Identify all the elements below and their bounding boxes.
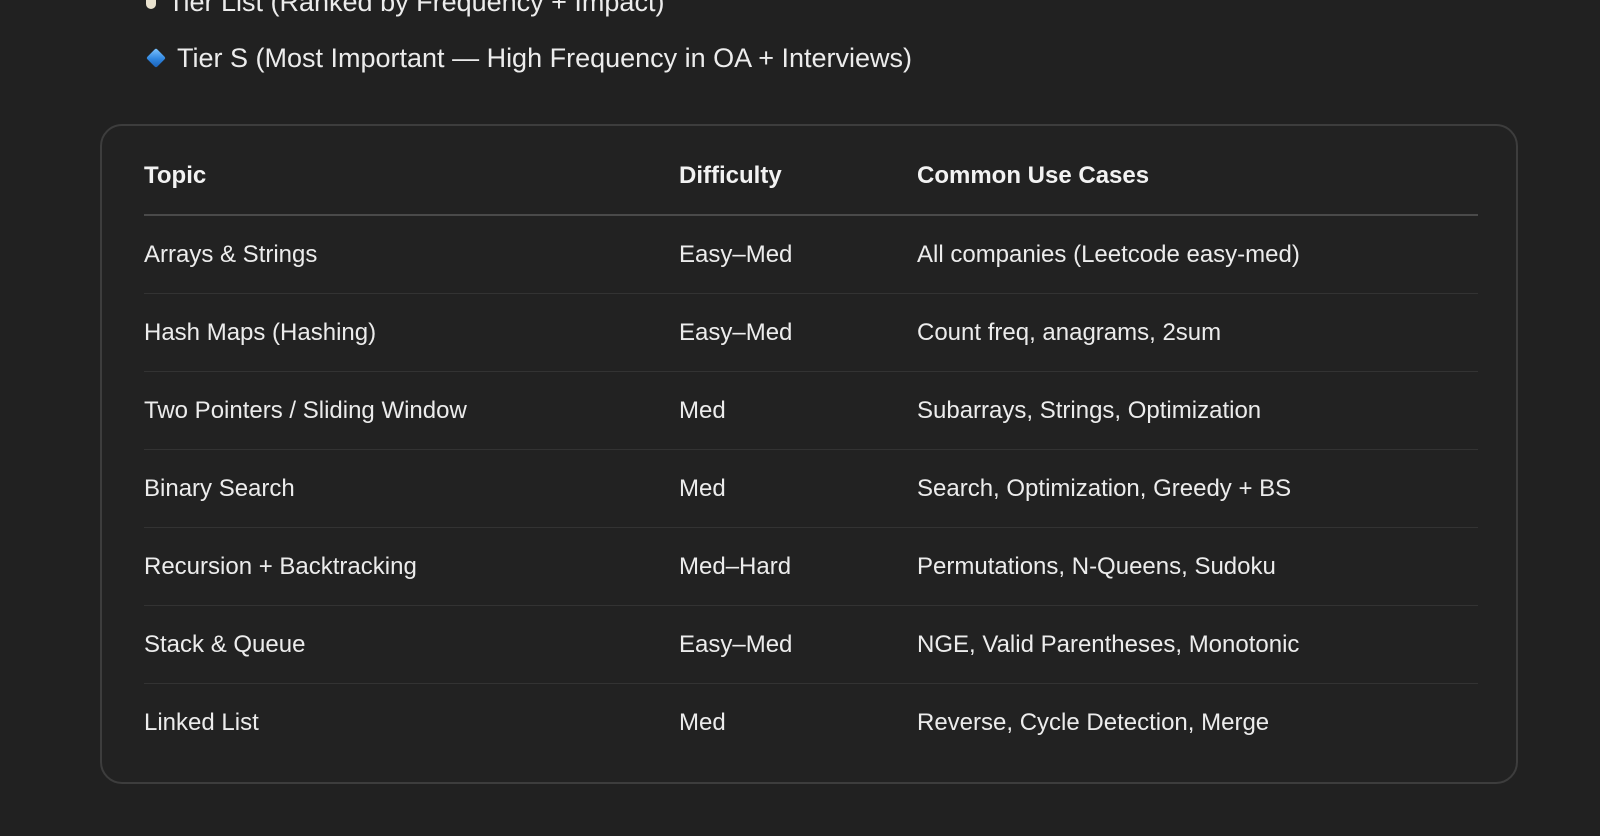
- cell-difficulty: Easy–Med: [679, 605, 917, 684]
- cell-difficulty: Easy–Med: [679, 293, 917, 372]
- header-use-cases: Common Use Cases: [917, 138, 1478, 216]
- cell-use-cases: Search, Optimization, Greedy + BS: [917, 449, 1478, 528]
- cell-difficulty: Med: [679, 371, 917, 450]
- cell-use-cases: NGE, Valid Parentheses, Monotonic: [917, 605, 1478, 684]
- cell-topic: Binary Search: [144, 449, 679, 528]
- table-row: Hash Maps (Hashing) Easy–Med Count freq,…: [144, 293, 1478, 372]
- blue-diamond-icon: [146, 48, 166, 68]
- cell-topic: Linked List: [144, 708, 259, 736]
- cell-use-cases: Subarrays, Strings, Optimization: [917, 371, 1478, 450]
- tier-s-heading: Tier S (Most Important — High Frequency …: [146, 40, 912, 76]
- tier-list-heading: Tier List (Ranked by Frequency + Impact): [146, 0, 664, 18]
- cell-difficulty: Med: [679, 449, 917, 528]
- cell-difficulty: Med–Hard: [679, 527, 917, 606]
- table-row: Binary Search Med Search, Optimization, …: [144, 449, 1478, 528]
- cell-topic: Two Pointers / Sliding Window: [144, 371, 679, 450]
- cell-use-cases: All companies (Leetcode easy-med): [917, 215, 1478, 294]
- table-row: Two Pointers / Sliding Window Med Subarr…: [144, 371, 1478, 450]
- header-topic: Topic: [144, 138, 679, 216]
- cell-topic: Stack & Queue: [144, 605, 679, 684]
- cell-difficulty: Med: [679, 708, 726, 736]
- cell-topic: Recursion + Backtracking: [144, 527, 679, 606]
- topics-table: Topic Difficulty Common Use Cases Arrays…: [144, 138, 1478, 761]
- cell-difficulty: Easy–Med: [679, 215, 917, 294]
- cell-topic: Arrays & Strings: [144, 215, 679, 294]
- table-header-row: Topic Difficulty Common Use Cases: [144, 138, 1478, 216]
- cell-use-cases: Count freq, anagrams, 2sum: [917, 293, 1478, 372]
- cell-use-cases: Permutations, N-Queens, Sudoku: [917, 527, 1478, 606]
- table-row: Stack & Queue Easy–Med NGE, Valid Parent…: [144, 605, 1478, 684]
- topics-table-card: Topic Difficulty Common Use Cases Arrays…: [100, 124, 1518, 784]
- table-row: Recursion + Backtracking Med–Hard Permut…: [144, 527, 1478, 606]
- cell-topic: Hash Maps (Hashing): [144, 293, 679, 372]
- table-row: Linked List Med Reverse, Cycle Detection…: [144, 684, 1478, 762]
- header-difficulty: Difficulty: [679, 138, 917, 216]
- chat-message-page: Tier List (Ranked by Frequency + Impact)…: [0, 0, 1600, 836]
- tier-list-heading-text: Tier List (Ranked by Frequency + Impact): [168, 0, 665, 17]
- table-row: Arrays & Strings Easy–Med All companies …: [144, 215, 1478, 294]
- cut-off-emoji-icon: [146, 0, 156, 9]
- cell-use-cases: Reverse, Cycle Detection, Merge: [917, 708, 1270, 736]
- tier-s-heading-text: Tier S (Most Important — High Frequency …: [177, 43, 912, 73]
